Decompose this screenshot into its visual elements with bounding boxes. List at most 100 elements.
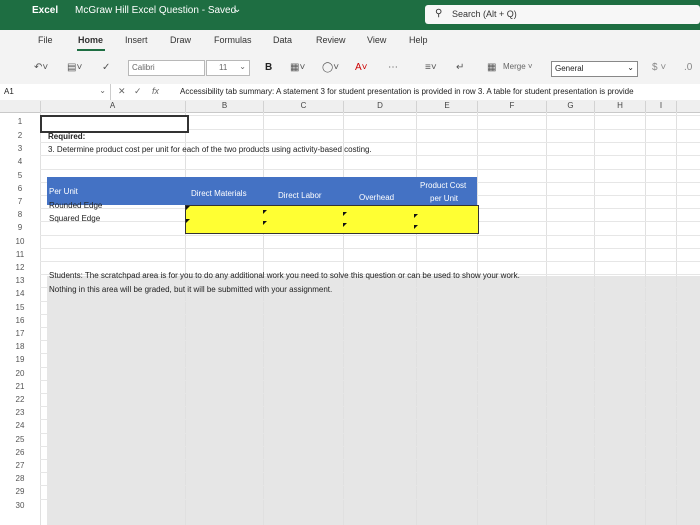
enter-icon[interactable]: ✓	[134, 86, 142, 97]
tab-data[interactable]: Data	[273, 35, 292, 45]
column-header-g[interactable]: G	[547, 101, 595, 112]
chevron-down-icon: ⌄	[239, 62, 246, 71]
row-header[interactable]: 21	[0, 382, 40, 391]
row-header[interactable]: 23	[0, 408, 40, 417]
grid-line	[546, 112, 547, 525]
column-header-h[interactable]: H	[595, 101, 646, 112]
row-header[interactable]: 11	[0, 250, 40, 259]
tab-formulas[interactable]: Formulas	[214, 35, 252, 45]
merge-button[interactable]: Merge ˅	[503, 62, 533, 71]
cancel-icon[interactable]: ✕	[118, 86, 126, 97]
row-header[interactable]: 3	[0, 144, 40, 153]
row-header[interactable]: 7	[0, 197, 40, 206]
row-header[interactable]: 13	[0, 276, 40, 285]
select-all-corner[interactable]	[0, 101, 41, 112]
input-indicator-icon	[263, 210, 267, 214]
column-header-i[interactable]: I	[646, 101, 677, 112]
tab-file[interactable]: File	[38, 35, 53, 45]
input-cells[interactable]	[185, 205, 479, 234]
format-painter-icon[interactable]: ✓	[102, 62, 110, 73]
chevron-down-icon[interactable]: ⌄	[233, 4, 241, 15]
font-color-icon[interactable]: A˅	[355, 62, 368, 73]
function-icon[interactable]: fx	[152, 86, 159, 96]
row-header[interactable]: 29	[0, 487, 40, 496]
grid-line	[40, 432, 700, 434]
row-header[interactable]: 19	[0, 355, 40, 364]
wrap-text-icon[interactable]: ↵	[456, 62, 464, 73]
fill-color-icon[interactable]: ◯˅	[322, 62, 339, 73]
tab-review[interactable]: Review	[316, 35, 346, 45]
tab-home[interactable]: Home	[78, 35, 103, 45]
row-header[interactable]: 20	[0, 369, 40, 378]
grid-line	[40, 498, 700, 500]
row-header[interactable]: 16	[0, 316, 40, 325]
grid-line	[40, 472, 700, 474]
row-header[interactable]: 1	[0, 117, 40, 126]
align-icon[interactable]: ≡˅	[425, 62, 437, 73]
row-header[interactable]: 10	[0, 237, 40, 246]
borders-icon[interactable]: ▦˅	[290, 62, 305, 73]
name-box-value: A1	[4, 87, 14, 96]
column-header-e[interactable]: E	[417, 101, 478, 112]
input-indicator-icon	[186, 206, 190, 210]
grid-line	[40, 340, 700, 342]
grid-line	[594, 112, 595, 525]
row-header[interactable]: 14	[0, 289, 40, 298]
more-options-icon[interactable]: ⋯	[388, 62, 398, 73]
formula-content[interactable]: Accessibility tab summary: A statement 3…	[180, 87, 700, 96]
app-name: Excel	[32, 5, 59, 16]
row-header[interactable]: 27	[0, 461, 40, 470]
row-header[interactable]: 25	[0, 435, 40, 444]
grid-line	[40, 234, 700, 236]
currency-button[interactable]: $ ˅	[652, 62, 666, 73]
grid-line	[40, 379, 700, 381]
row-header[interactable]: 24	[0, 421, 40, 430]
table-header-row	[47, 177, 477, 205]
row-header[interactable]: 22	[0, 395, 40, 404]
decimal-icon[interactable]: .0	[684, 62, 692, 73]
row-header[interactable]: 6	[0, 184, 40, 193]
grid-line	[40, 112, 41, 525]
font-size-field[interactable]: 11 ⌄	[206, 60, 250, 76]
font-name-field[interactable]: Calibri	[128, 60, 205, 76]
row-header[interactable]: 2	[0, 131, 40, 140]
scratchpad-note-1: Students: The scratchpad area is for you…	[49, 271, 520, 280]
search-box[interactable]: ⚲ Search (Alt + Q)	[425, 5, 700, 24]
row-header[interactable]: 15	[0, 303, 40, 312]
scratchpad-note-2: Nothing in this area will be graded, but…	[49, 285, 333, 294]
bold-button[interactable]: B	[265, 62, 272, 73]
row-header[interactable]: 28	[0, 474, 40, 483]
grid-line	[40, 327, 700, 328]
ribbon-toolbar: ↶˅ ▤˅ ✓ Calibri 11 ⌄ B ▦˅ ◯˅ A˅ ⋯ ≡˅ ↵ ▦…	[0, 54, 700, 85]
column-headers: A B C D E F G H I	[0, 100, 700, 113]
column-header-a[interactable]: A	[40, 101, 186, 112]
tab-draw[interactable]: Draw	[170, 35, 191, 45]
tab-view[interactable]: View	[367, 35, 386, 45]
row-header[interactable]: 4	[0, 157, 40, 166]
column-header-b[interactable]: B	[186, 101, 264, 112]
selected-cell-a1[interactable]	[40, 115, 189, 133]
grid-line	[40, 168, 700, 170]
number-format-field[interactable]: General ⌄	[551, 61, 638, 77]
column-header-d[interactable]: D	[344, 101, 417, 112]
row-header[interactable]: 18	[0, 342, 40, 351]
document-name: McGraw Hill Excel Question	[75, 5, 199, 16]
clipboard-icon[interactable]: ▤˅	[67, 62, 82, 73]
row-header[interactable]: 26	[0, 448, 40, 457]
column-header-f[interactable]: F	[478, 101, 547, 112]
merge-icon[interactable]: ▦	[487, 62, 496, 73]
tab-insert[interactable]: Insert	[125, 35, 148, 45]
row-header[interactable]: 9	[0, 223, 40, 232]
name-box[interactable]: A1 ⌄	[0, 84, 111, 100]
undo-icon[interactable]: ↶˅	[34, 62, 48, 73]
document-title[interactable]: McGraw Hill Excel Question - Saved	[75, 5, 236, 16]
header-product-cost: Product Cost	[420, 181, 467, 190]
row-header[interactable]: 5	[0, 171, 40, 180]
tab-help[interactable]: Help	[409, 35, 428, 45]
column-header-c[interactable]: C	[264, 101, 344, 112]
row-header[interactable]: 12	[0, 263, 40, 272]
grid-line	[416, 112, 417, 525]
row-header[interactable]: 17	[0, 329, 40, 338]
row-header[interactable]: 8	[0, 210, 40, 219]
row-header[interactable]: 30	[0, 501, 40, 510]
